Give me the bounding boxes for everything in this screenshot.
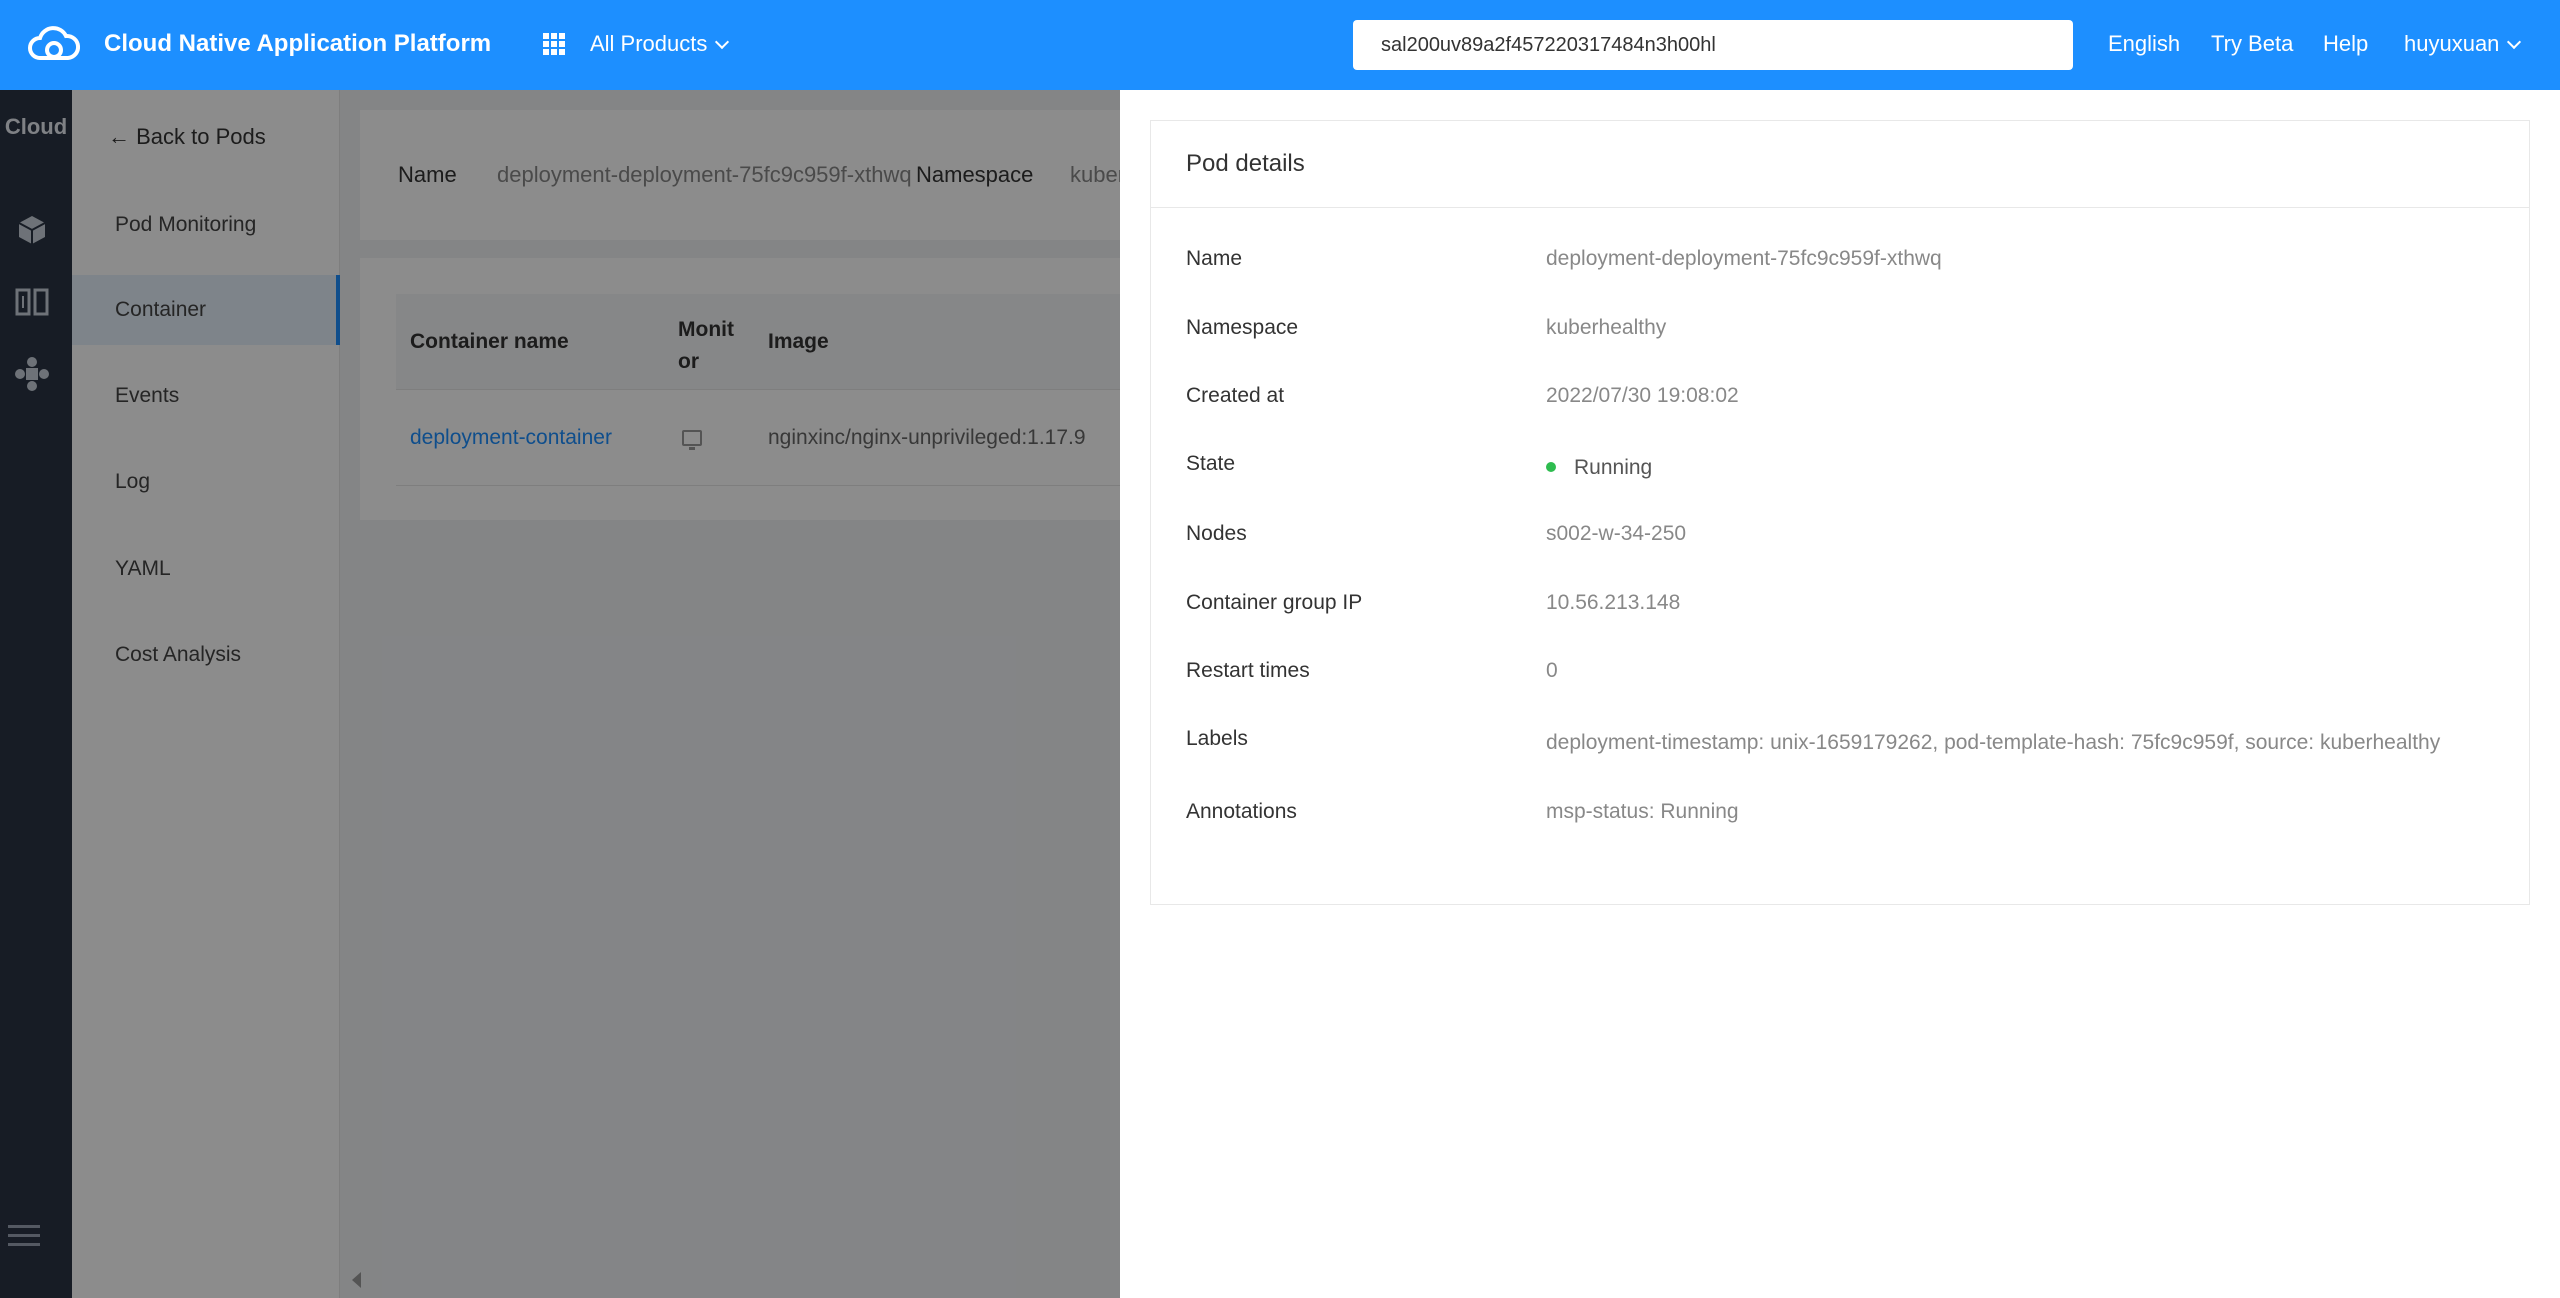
status-dot-icon xyxy=(1546,462,1556,472)
app-title[interactable]: Cloud Native Application Platform xyxy=(104,30,491,58)
search-input[interactable] xyxy=(1381,33,2045,57)
all-products-label: All Products xyxy=(590,31,708,56)
detail-value: deployment-timestamp: unix-1659179262, p… xyxy=(1546,731,2441,754)
detail-label: Nodes xyxy=(1186,522,1247,545)
language-link[interactable]: English xyxy=(2108,31,2180,57)
help-link[interactable]: Help xyxy=(2323,31,2368,57)
detail-value: msp-status: Running xyxy=(1546,800,1739,823)
detail-label: Created at xyxy=(1186,384,1285,407)
detail-value: kuberhealthy xyxy=(1546,316,1667,339)
state-value: Running xyxy=(1546,456,1652,480)
user-menu[interactable]: huyuxuan xyxy=(2404,31,2522,57)
detail-label: State xyxy=(1186,452,1236,475)
try-beta-link[interactable]: Try Beta xyxy=(2211,31,2293,57)
detail-value: deployment-deployment-75fc9c959f-xthwq xyxy=(1546,247,1942,270)
panel-title: Pod details xyxy=(1151,121,2529,208)
pod-details-panel: Pod details Name deployment-deployment-7… xyxy=(1150,120,2530,905)
state-text: Running xyxy=(1574,456,1653,479)
detail-label: Container group IP xyxy=(1186,591,1363,614)
modal-overlay[interactable] xyxy=(0,90,1120,1298)
all-products-menu[interactable]: All Products xyxy=(590,31,730,57)
detail-value: 2022/07/30 19:08:02 xyxy=(1546,384,1739,407)
top-bar: Cloud Native Application Platform All Pr… xyxy=(0,0,2560,90)
detail-value: 0 xyxy=(1546,659,1558,682)
detail-label: Labels xyxy=(1186,727,1248,750)
search-box[interactable] xyxy=(1353,20,2073,70)
detail-value: 10.56.213.148 xyxy=(1546,591,1681,614)
detail-label: Namespace xyxy=(1186,316,1299,339)
detail-value: s002-w-34-250 xyxy=(1546,522,1687,545)
detail-label: Restart times xyxy=(1186,659,1310,682)
cloud-logo-icon[interactable] xyxy=(26,24,80,64)
chevron-down-icon xyxy=(715,34,730,50)
detail-label: Name xyxy=(1186,247,1243,270)
chevron-down-icon xyxy=(2507,34,2522,50)
user-name: huyuxuan xyxy=(2404,31,2500,56)
detail-label: Annotations xyxy=(1186,800,1297,823)
apps-grid-icon[interactable] xyxy=(543,33,565,55)
pod-details-drawer: Pod details Name deployment-deployment-7… xyxy=(1120,90,2560,1298)
